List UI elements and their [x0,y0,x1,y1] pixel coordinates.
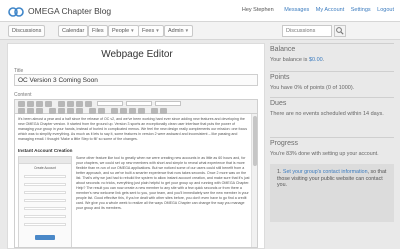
title-field[interactable]: OC Version 3 Coming Soon [14,74,258,86]
tab-label: People [112,28,130,34]
align-right-icon[interactable] [76,101,83,107]
progress-text: You're 83% done with setting up your acc… [270,151,379,157]
italic-icon[interactable] [27,101,34,107]
content-label: Content [14,92,32,98]
contact-info-link[interactable]: Set your group's contact information [283,169,368,175]
screenshot-field [24,199,66,202]
search-input[interactable] [282,25,332,37]
format-select[interactable] [126,101,152,106]
dues-section: Dues There are no events scheduled withi… [270,97,394,137]
account-links: Hey Stephen Messages My Account Settings… [242,7,394,13]
section-paragraph: Some other feature like tool to greatly … [76,156,250,210]
tab-people[interactable]: People▼ [108,25,139,37]
screenshot-header [19,157,71,164]
my-account-link[interactable]: My Account [316,7,344,13]
editor-scrollbar[interactable] [251,114,257,247]
scroll-thumb[interactable] [253,116,257,166]
settings-link[interactable]: Settings [351,7,371,13]
chevron-down-icon: ▼ [155,28,160,33]
align-center-icon[interactable] [67,101,74,107]
points-title: Points [270,74,290,81]
screenshot-field [24,215,66,218]
chevron-down-icon: ▼ [130,28,135,33]
screenshot-field [24,183,66,186]
screenshot-field [24,191,66,194]
balance-prefix: Your balance is [270,57,309,63]
screenshot-field [24,175,66,178]
tab-label: Discussions [12,28,42,34]
balance-amount-link[interactable]: $0.00 [309,57,323,63]
progress-tip: 1. Set your group's contact information,… [277,169,387,189]
intro-paragraph: It's been almost a year and a half since… [18,117,248,141]
tip-number: 1. [277,169,282,175]
omega-logo-icon[interactable] [8,3,24,19]
screenshot-field [24,223,66,226]
tab-discussions[interactable]: Discussions [8,25,46,37]
screenshot-title: Create Account [34,166,56,170]
balance-title: Balance [270,46,296,53]
tab-admin[interactable]: Admin▼ [164,25,194,37]
chevron-down-icon: ▼ [184,28,190,33]
search-icon [336,27,344,35]
tab-label: Files [92,28,104,34]
align-left-icon[interactable] [58,101,65,107]
webpage-editor-panel: Webpage Editor Title OC Version 3 Coming… [7,43,265,249]
editor-toolbar [14,99,258,114]
font-select[interactable] [155,101,181,106]
tab-label: Calendar [62,28,85,34]
screenshot-button [35,235,55,240]
tab-label: Admin [168,28,184,34]
tab-files[interactable]: Files [88,25,108,37]
tab-calendar[interactable]: Calendar [58,25,89,37]
top-bar: OMEGA Chapter Blog Hey Stephen Messages … [0,0,400,22]
site-title[interactable]: OMEGA Chapter Blog [28,6,111,16]
underline-icon[interactable] [36,101,43,107]
progress-title: Progress [270,140,299,147]
progress-section: Progress You're 83% done with setting up… [270,137,394,227]
progress-tip-box: 1. Set your group's contact information,… [270,164,394,222]
account-screenshot-image: Create Account [18,156,72,247]
strikethrough-icon[interactable] [45,101,52,107]
search-button[interactable] [334,25,346,37]
tab-fees[interactable]: Fees▼ [138,25,164,37]
style-select[interactable] [97,101,123,106]
balance-section: Balance Your balance is $0.00. [270,43,394,71]
user-greeting: Hey Stephen [241,7,274,13]
section-heading: Instant Account Creation [18,148,73,153]
dues-text: There are no events scheduled within 14 … [270,111,384,117]
align-justify-icon[interactable] [85,101,92,107]
balance-suffix: . [322,57,325,63]
messages-link[interactable]: Messages [284,7,309,13]
bold-icon[interactable] [18,101,25,107]
content-editor[interactable]: It's been almost a year and a half since… [14,114,258,248]
points-text: You have 0% of points (0 of 1000). [270,85,355,91]
page-title: Webpage Editor [101,49,173,60]
tab-label: Fees [142,28,155,34]
points-section: Points You have 0% of points (0 of 1000)… [270,71,394,97]
logout-link[interactable]: Logout [377,7,394,13]
screenshot-field [24,207,66,210]
dues-title: Dues [270,100,287,107]
balance-text: Your balance is $0.00. [270,57,394,64]
